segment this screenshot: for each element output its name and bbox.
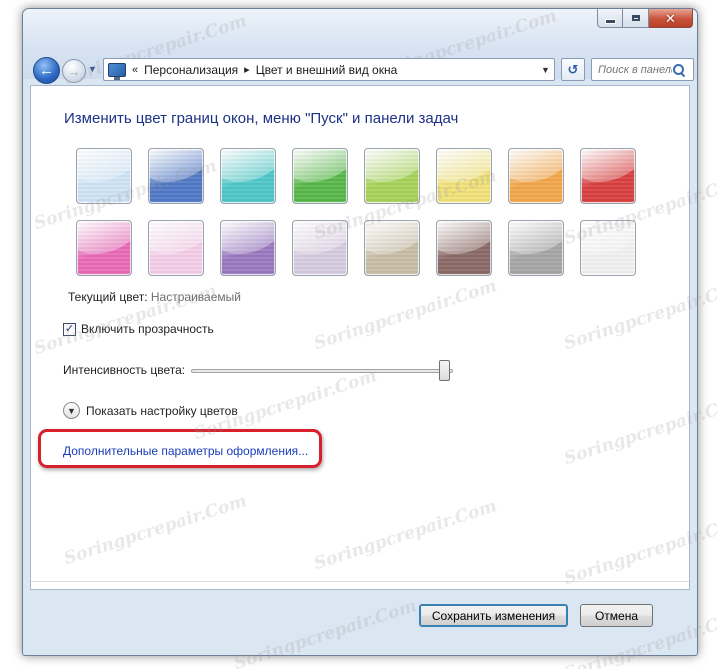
transparency-checkbox[interactable]: ✓ [63, 322, 76, 336]
color-swatch-leaf[interactable] [292, 148, 348, 204]
advanced-appearance-link[interactable]: Дополнительные параметры оформления... [63, 444, 308, 458]
breadcrumb-personalization[interactable]: Персонализация [144, 63, 238, 77]
recent-pages-button[interactable]: ▼ [88, 64, 98, 76]
color-swatch-blush[interactable] [148, 220, 204, 276]
refresh-button[interactable]: ↺ [561, 58, 585, 81]
intensity-slider[interactable] [191, 360, 453, 382]
color-swatch-sea[interactable] [220, 148, 276, 204]
content-pane: Изменить цвет границ окон, меню "Пуск" и… [30, 85, 690, 590]
minimize-button[interactable] [597, 9, 623, 28]
forward-arrow-icon: → [67, 63, 81, 79]
current-color-label: Текущий цвет: [68, 290, 148, 304]
slider-thumb[interactable] [439, 360, 450, 381]
refresh-icon: ↺ [567, 61, 579, 77]
show-mixer-toggle[interactable]: ▼ Показать настройку цветов [63, 402, 238, 419]
close-icon: ✕ [665, 10, 676, 26]
address-bar[interactable]: « Персонализация ▸ Цвет и внешний вид ок… [103, 58, 555, 81]
navigation-bar: ← → ▼ « Персонализация ▸ Цвет и внешний … [31, 57, 694, 84]
control-panel-icon [108, 62, 126, 80]
address-dropdown-icon[interactable]: ▼ [536, 64, 554, 75]
current-color: Текущий цвет: Настраиваемый [68, 290, 241, 304]
color-swatch-slate[interactable] [508, 220, 564, 276]
color-swatch-lime[interactable] [364, 148, 420, 204]
breadcrumb-separator-icon[interactable]: ▸ [244, 63, 250, 76]
current-color-value: Настраиваемый [150, 290, 241, 304]
color-swatch-lavender[interactable] [292, 220, 348, 276]
color-swatch-frost[interactable] [580, 220, 636, 276]
show-mixer-label[interactable]: Показать настройку цветов [86, 404, 238, 418]
maximize-button[interactable] [623, 9, 649, 28]
color-swatch-lemon[interactable] [436, 148, 492, 204]
transparency-option[interactable]: ✓ Включить прозрачность [63, 322, 214, 336]
color-swatch-violet[interactable] [220, 220, 276, 276]
color-swatch-chocolate[interactable] [436, 220, 492, 276]
search-input[interactable] [592, 63, 672, 76]
color-swatch-taupe[interactable] [364, 220, 420, 276]
color-swatch-twilight[interactable] [148, 148, 204, 204]
breadcrumb-window-color[interactable]: Цвет и внешний вид окна [256, 63, 398, 77]
transparency-label[interactable]: Включить прозрачность [81, 322, 214, 336]
chevron-down-icon: ▼ [88, 64, 97, 74]
search-icon[interactable] [672, 63, 686, 77]
minimize-icon [604, 18, 616, 24]
color-swatch-fuchsia[interactable] [76, 220, 132, 276]
maximize-icon [631, 15, 640, 21]
forward-button[interactable]: → [62, 59, 86, 83]
color-swatch-sky[interactable] [76, 148, 132, 204]
color-swatch-ruby[interactable] [580, 148, 636, 204]
save-button[interactable]: Сохранить изменения [419, 604, 568, 627]
chevron-down-icon[interactable]: ▼ [63, 402, 80, 419]
intensity-label: Интенсивность цвета: [63, 363, 186, 377]
page-title: Изменить цвет границ окон, меню "Пуск" и… [64, 110, 459, 127]
close-button[interactable]: ✕ [649, 9, 693, 28]
back-arrow-icon: ← [39, 62, 54, 79]
back-button[interactable]: ← [33, 57, 60, 84]
footer-divider [31, 581, 689, 582]
address-prefix[interactable]: « [132, 64, 138, 76]
color-swatch-orange[interactable] [508, 148, 564, 204]
slider-track[interactable] [191, 369, 453, 373]
search-box[interactable] [591, 58, 694, 81]
caption-buttons: ✕ [597, 9, 693, 28]
cancel-button[interactable]: Отмена [580, 604, 653, 627]
